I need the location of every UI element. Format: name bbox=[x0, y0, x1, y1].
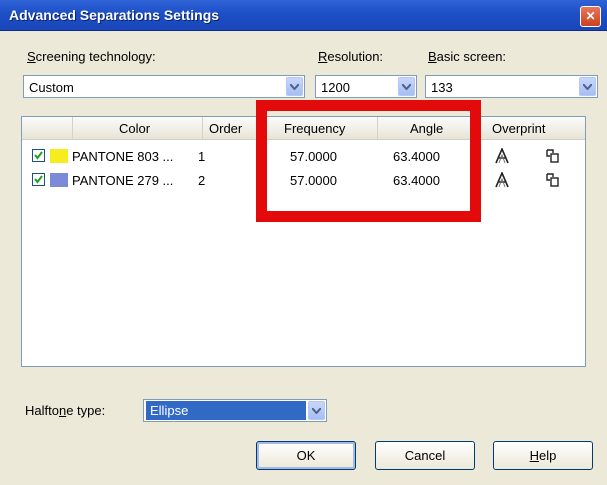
order-value: 1 bbox=[198, 149, 206, 164]
header-color[interactable]: Color bbox=[73, 117, 203, 139]
resolution-value: 1200 bbox=[321, 80, 350, 95]
basic-screen-value: 133 bbox=[431, 80, 453, 95]
overprint-graphic-icon[interactable] bbox=[544, 172, 560, 191]
ok-button[interactable]: OK bbox=[256, 441, 356, 470]
chevron-down-icon[interactable] bbox=[308, 401, 325, 420]
chevron-down-icon[interactable] bbox=[398, 77, 415, 96]
advanced-separations-dialog: Advanced Separations Settings ✕ Screenin… bbox=[0, 0, 607, 485]
color-swatch bbox=[50, 149, 68, 163]
highlight-annotation bbox=[256, 100, 481, 222]
header-spacer bbox=[22, 117, 73, 139]
cancel-button[interactable]: Cancel bbox=[375, 441, 475, 470]
color-name: PANTONE 279 ... bbox=[72, 173, 174, 188]
color-swatch bbox=[50, 173, 68, 187]
header-order[interactable]: Order bbox=[203, 117, 263, 139]
window-title: Advanced Separations Settings bbox=[9, 7, 220, 23]
screening-technology-value: Custom bbox=[29, 80, 74, 95]
overprint-text-icon[interactable] bbox=[494, 170, 510, 191]
header-overprint[interactable]: Overprint bbox=[478, 117, 585, 139]
basic-screen-label: Basic screen: bbox=[428, 49, 507, 64]
overprint-graphic-icon[interactable] bbox=[544, 148, 560, 167]
print-checkbox[interactable] bbox=[32, 149, 45, 162]
print-checkbox[interactable] bbox=[32, 173, 45, 186]
halftone-type-label: Halftone type: bbox=[25, 403, 106, 418]
chevron-down-icon[interactable] bbox=[286, 77, 303, 96]
halftone-type-value: Ellipse bbox=[146, 401, 306, 420]
resolution-select[interactable]: 1200 bbox=[315, 75, 417, 98]
close-icon[interactable]: ✕ bbox=[580, 6, 601, 27]
title-bar[interactable]: Advanced Separations Settings ✕ bbox=[0, 0, 607, 31]
screening-technology-select[interactable]: Custom bbox=[23, 75, 305, 98]
color-name: PANTONE 803 ... bbox=[72, 149, 174, 164]
help-button[interactable]: Help bbox=[493, 441, 593, 470]
overprint-text-icon[interactable] bbox=[494, 146, 510, 167]
resolution-label: Resolution: bbox=[318, 49, 384, 64]
basic-screen-select[interactable]: 133 bbox=[425, 75, 598, 98]
screening-technology-label: Screening technology: bbox=[27, 49, 156, 64]
chevron-down-icon[interactable] bbox=[579, 77, 596, 96]
halftone-type-select[interactable]: Ellipse bbox=[143, 399, 327, 422]
order-value: 2 bbox=[198, 173, 206, 188]
